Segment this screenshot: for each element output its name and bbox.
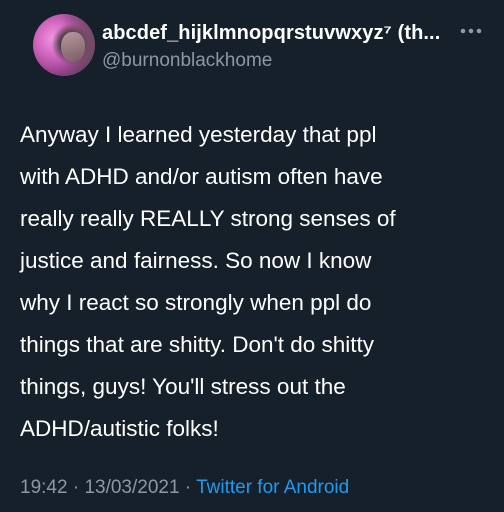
tweet-text-line: things that are shitty. Don't do shitty: [20, 332, 375, 357]
tweet-text-line: justice and fairness. So now I know: [20, 248, 372, 273]
tweet-date[interactable]: 13/03/2021: [84, 477, 179, 498]
tweet-text-line: Anyway I learned yesterday that ppl: [20, 122, 377, 147]
avatar-face: [61, 32, 85, 62]
tweet-text-line: really really REALLY strong senses of: [20, 206, 396, 231]
tweet-card: abcdef_hijklmnopqrstuvwxyz⁷ (th... @burn…: [0, 0, 504, 512]
avatar[interactable]: [33, 14, 95, 76]
tweet-text-line: ADHD/autistic folks!: [20, 416, 219, 441]
author-handle[interactable]: @burnonblackhome: [102, 50, 272, 72]
more-options-icon[interactable]: [458, 24, 484, 38]
tweet-text-line: things, guys! You'll stress out the: [20, 374, 346, 399]
tweet-meta: 19:42 · 13/03/2021 · Twitter for Android: [20, 477, 349, 499]
tweet-text-line: why I react so strongly when ppl do: [20, 290, 372, 315]
meta-separator: ·: [67, 477, 85, 498]
author-display-name[interactable]: abcdef_hijklmnopqrstuvwxyz⁷ (th...: [102, 22, 452, 45]
meta-separator: ·: [179, 477, 197, 498]
tweet-text-line: with ADHD and/or autism often have: [20, 164, 383, 189]
tweet-text: Anyway I learned yesterday that ppl with…: [20, 114, 490, 450]
tweet-time[interactable]: 19:42: [20, 477, 68, 498]
tweet-source-link[interactable]: Twitter for Android: [196, 477, 349, 498]
